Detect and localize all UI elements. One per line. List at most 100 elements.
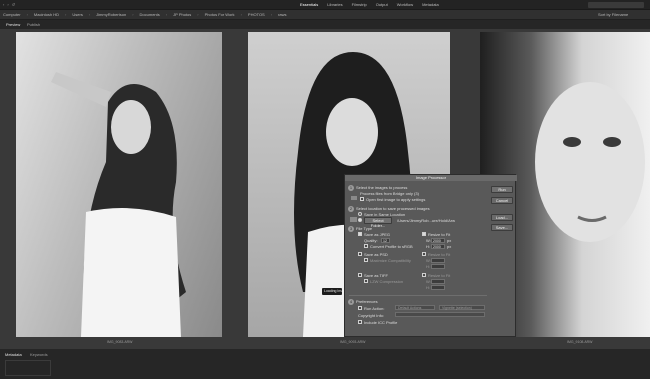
save-tiff-label: Save as TIFF	[364, 273, 388, 278]
folder-icon	[350, 217, 357, 222]
chevron-right-icon: ›	[65, 12, 67, 17]
save-tiff-checkbox[interactable]	[358, 273, 362, 277]
crumb-raws[interactable]: raws	[278, 12, 286, 17]
chevron-right-icon: ›	[197, 12, 199, 17]
resize-jpeg-checkbox[interactable]	[422, 232, 426, 236]
chevron-right-icon: ›	[240, 12, 242, 17]
image-stack-icon	[351, 196, 357, 200]
save-settings-button[interactable]: Save...	[491, 224, 513, 231]
resize-psd-checkbox[interactable]	[422, 252, 426, 256]
photo-caption-1: IMG_9083.ARW	[107, 340, 133, 344]
cancel-button[interactable]: Cancel	[491, 197, 513, 204]
workspace-essentials[interactable]: Essentials	[300, 2, 318, 7]
save-psd-checkbox[interactable]	[358, 252, 362, 256]
resize-psd-label: Resize to Fit	[428, 252, 451, 257]
loading-indicator: Loading Image...	[322, 288, 342, 295]
select-folder-button[interactable]: Select Folder...	[364, 217, 392, 228]
jpeg-height-input[interactable]: 2000	[431, 244, 445, 249]
workspace-workflow[interactable]: Workflow	[397, 2, 413, 7]
workspace-libraries[interactable]: Libraries	[327, 2, 342, 7]
max-compat-checkbox[interactable]	[364, 258, 368, 262]
save-psd-label: Save as PSD	[364, 252, 388, 257]
search-input[interactable]	[588, 2, 644, 8]
rotate-icon[interactable]: ↺	[12, 2, 15, 7]
tab-metadata[interactable]: Metadata	[5, 352, 22, 357]
workspace-metadata[interactable]: Metadata	[422, 2, 439, 7]
forward-icon[interactable]: ›	[7, 2, 8, 7]
metadata-panel: Metadata Keywords	[0, 349, 650, 379]
icc-checkbox[interactable]	[358, 320, 362, 324]
max-compat-label: Maximize Compatibility	[370, 258, 411, 263]
select-folder-radio[interactable]	[358, 218, 362, 222]
crumb-photos[interactable]: PHOTOS	[248, 12, 265, 17]
chevron-right-icon: ›	[88, 12, 91, 17]
crumb-computer[interactable]: Computer	[3, 12, 21, 17]
save-jpeg-checkbox[interactable]	[358, 232, 362, 236]
process-bridge-label: Process files from Bridge only (3)	[360, 191, 419, 196]
preview-panel: IMG_9083.ARW IMG_9093.ARW IMG_9108.ARW	[0, 29, 650, 349]
folder-path: /Users/JimmyRob...ure/Hold/Arw	[397, 218, 456, 223]
lzw-label: LZW Compression	[370, 279, 404, 284]
dialog-title: Image Processor	[345, 175, 517, 181]
jpeg-width-input[interactable]: 2000	[431, 238, 445, 243]
chevron-right-icon: ›	[132, 12, 134, 17]
tiff-width-input[interactable]	[431, 279, 445, 284]
action-set-select[interactable]: Default Actions	[395, 305, 435, 310]
quality-label: Quality:	[364, 238, 378, 243]
resize-tiff-label: Resize to Fit	[428, 273, 451, 278]
tab-keywords[interactable]: Keywords	[30, 352, 48, 357]
panel-tabs: Preview Publish	[0, 20, 650, 29]
tiff-height-label: H:	[426, 285, 430, 290]
resize-tiff-checkbox[interactable]	[422, 273, 426, 277]
jpeg-height-label: H:	[426, 244, 430, 249]
icc-label: Include ICC Profile	[364, 320, 398, 325]
jpeg-width-unit: px	[447, 238, 452, 243]
srgb-label: Convert Profile to sRGB	[370, 244, 413, 249]
load-button[interactable]: Load...	[491, 214, 513, 221]
photo-caption-2: IMG_9093.ARW	[340, 340, 366, 344]
tab-preview[interactable]: Preview	[6, 22, 20, 27]
run-action-label: Run Action:	[364, 306, 385, 311]
srgb-checkbox[interactable]	[364, 244, 368, 248]
lzw-checkbox[interactable]	[364, 279, 368, 283]
photo-caption-3: IMG_9108.ARW	[567, 340, 593, 344]
resize-jpeg-label: Resize to Fit	[428, 232, 451, 237]
top-toolbar: ‹ › ↺ Essentials Libraries Filmstrip Out…	[0, 0, 650, 10]
step-3-badge: 3	[348, 226, 354, 232]
step-1-badge: 1	[348, 185, 354, 191]
quality-input[interactable]: 12	[381, 238, 390, 243]
tab-publish[interactable]: Publish	[27, 22, 40, 27]
preview-image-1[interactable]	[16, 32, 222, 337]
chevron-right-icon: ›	[165, 12, 168, 17]
crumb-documents[interactable]: Documents	[140, 12, 160, 17]
step-4-badge: 4	[348, 299, 354, 305]
psd-height-input[interactable]	[431, 264, 445, 269]
open-first-label: Open first image to apply settings	[366, 197, 426, 202]
tiff-height-input[interactable]	[431, 285, 445, 290]
workspace-output[interactable]: Output	[376, 2, 388, 7]
run-button[interactable]: Run	[491, 186, 513, 193]
crumb-jp-photos[interactable]: JP Photos	[173, 12, 191, 17]
back-icon[interactable]: ‹	[3, 2, 4, 7]
workspace-filmstrip[interactable]: Filmstrip	[352, 2, 367, 7]
chevron-right-icon: ›	[270, 12, 273, 17]
action-name-select[interactable]: Vignette (selection)	[439, 305, 485, 310]
psd-width-input[interactable]	[431, 258, 445, 263]
crumb-users[interactable]: Users	[72, 12, 82, 17]
nav-controls: ‹ › ↺	[3, 2, 15, 7]
metadata-placard	[5, 360, 51, 376]
copyright-input[interactable]	[395, 312, 485, 317]
section-3-heading: File Type	[356, 226, 373, 231]
section-2-heading: Select location to save processed images	[356, 206, 430, 211]
same-location-radio[interactable]	[358, 212, 362, 216]
psd-height-label: H:	[426, 264, 430, 269]
sort-menu[interactable]: Sort by Filename	[598, 12, 628, 17]
copyright-label: Copyright Info:	[358, 313, 385, 318]
crumb-user[interactable]: JimmyRobertson	[96, 12, 126, 17]
run-action-checkbox[interactable]	[358, 306, 362, 310]
portrait-silhouette	[51, 72, 186, 337]
step-2-badge: 2	[348, 206, 354, 212]
crumb-macintosh-hd[interactable]: Macintosh HD	[34, 12, 59, 17]
open-first-checkbox[interactable]	[360, 197, 364, 201]
crumb-photos-for-work[interactable]: Photos For Work	[205, 12, 235, 17]
